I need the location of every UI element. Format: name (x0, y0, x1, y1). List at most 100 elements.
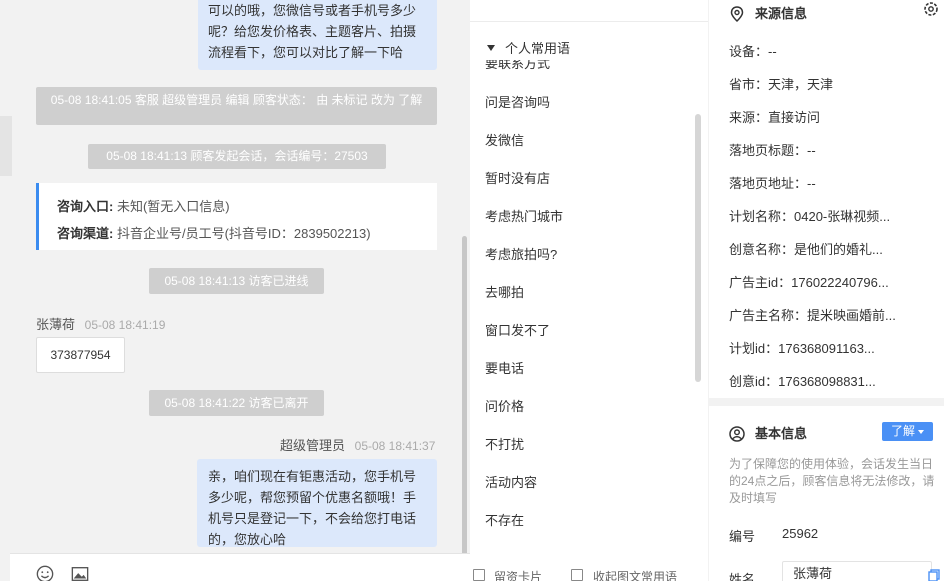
visitor-header: 张薄荷 05-08 18:41:19 (36, 314, 165, 333)
basic-info-title: 基本信息 (755, 426, 808, 441)
info-label: 广告主名称： (729, 308, 808, 323)
info-row-creative-id: 创意id：176368098831... (729, 371, 876, 390)
info-label: 广告主id： (729, 275, 792, 290)
info-row-device: 设备：-- (729, 41, 777, 60)
info-label: 计划id： (729, 341, 779, 356)
phrase-item[interactable]: 考虑旅拍吗? (485, 244, 557, 263)
phrase-item[interactable]: 去哪拍 (485, 282, 524, 301)
phrase-item[interactable]: 问是咨询吗 (485, 92, 550, 111)
phrases-panel: 要联系方式 个人常用语 问是咨询吗 发微信 暂时没有店 考虑热门城市 考虑旅拍吗… (470, 0, 708, 581)
section-divider (709, 398, 944, 406)
collect-card-button[interactable]: 留资卡片 (494, 568, 542, 581)
info-row-region: 省市：天津，天津 (729, 74, 833, 93)
info-value: -- (768, 44, 777, 59)
customer-status-label: 了解 (890, 424, 915, 438)
info-value: -- (807, 176, 816, 191)
phrase-group-title: 个人常用语 (505, 41, 571, 56)
edit-deadline-note: 为了保障您的使用体验，会话发生当日的24点之后，顾客信息将无法修改，请及时填写 (729, 457, 935, 505)
info-label: 省市： (729, 77, 769, 92)
info-value: 天津，天津 (768, 77, 834, 92)
info-value: 176368091163... (778, 341, 875, 356)
phrase-item[interactable]: 考虑热门城市 (485, 206, 563, 225)
source-info-header: 来源信息 (729, 3, 807, 23)
visitor-time: 05-08 18:41:19 (84, 318, 166, 332)
settings-icon[interactable] (923, 1, 939, 17)
agent-name: 超级管理员 (280, 438, 346, 453)
agent-time: 05-08 18:41:37 (354, 439, 436, 453)
system-message-status-change: 05-08 18:41:05 客服 超级管理员 编辑 顾客状态： 由 未标记 改… (36, 87, 437, 125)
entry-value: 未知(暂无入口信息) (116, 199, 230, 214)
basic-info-header: 基本信息 (729, 423, 807, 443)
card-icon (473, 569, 485, 581)
caret-down-icon (918, 429, 924, 434)
info-label: 来源： (729, 110, 769, 125)
phrase-item[interactable]: 不存在 (485, 510, 524, 529)
entry-info-card: 咨询入口: 未知(暂无入口信息) 咨询渠道: 抖音企业号/员工号(抖音号ID：2… (36, 183, 437, 250)
phrase-item[interactable]: 活动内容 (485, 472, 537, 491)
visitor-name: 张薄荷 (36, 317, 76, 332)
phrase-group-header[interactable]: 个人常用语 (487, 38, 571, 59)
entry-row: 咨询入口: 未知(暂无入口信息) (57, 193, 437, 220)
number-label: 编号 (729, 529, 756, 544)
info-value: 直接访问 (768, 110, 821, 125)
name-input-value: 张薄荷 (793, 566, 833, 581)
emoji-icon[interactable] (35, 565, 55, 581)
phrase-item[interactable]: 暂时没有店 (485, 168, 550, 187)
info-row-landing-title: 落地页标题：-- (729, 140, 816, 159)
info-value: 176022240796... (791, 275, 889, 290)
chat-toolbar (10, 553, 470, 581)
phrase-item[interactable]: 问价格 (485, 396, 524, 415)
info-label: 计划名称： (729, 209, 795, 224)
info-label: 创意名称： (729, 242, 795, 257)
info-value: 提米映画婚前... (807, 308, 896, 323)
phrases-scrollbar[interactable] (695, 114, 701, 382)
info-value: 是他们的婚礼... (794, 242, 883, 257)
chat-panel: 可以的哦，您微信号或者手机号多少呢？给您发价格表、主题客片、拍摄流程看下，您可以… (0, 0, 470, 581)
info-row-source: 来源：直接访问 (729, 107, 820, 126)
system-message-visitor-enter: 05-08 18:41:13 访客已进线 (149, 268, 324, 294)
info-row-name: 姓名 (729, 569, 755, 581)
info-row-advertiser-name: 广告主名称：提米映画婚前... (729, 305, 896, 324)
system-message-session-start: 05-08 18:41:13 顾客发起会话，会话编号：27503 (88, 144, 386, 169)
info-label: 落地页地址： (729, 176, 808, 191)
info-value: 0420-张琳视频... (794, 209, 891, 224)
info-row-number: 编号 25962 (729, 526, 818, 545)
info-value: 176368098831... (778, 374, 876, 389)
name-input[interactable]: 张薄荷 (782, 561, 932, 581)
info-row-landing-url: 落地页地址：-- (729, 173, 816, 192)
info-row-plan-id: 计划id：176368091163... (729, 338, 875, 357)
phrase-item[interactable]: 发微信 (485, 130, 524, 149)
name-label: 姓名 (729, 572, 756, 581)
number-value: 25962 (782, 526, 819, 541)
agent-header: 超级管理员 05-08 18:41:37 (280, 435, 435, 454)
system-message-visitor-leave: 05-08 18:41:22 访客已离开 (149, 390, 324, 416)
chat-scrollbar[interactable] (462, 236, 467, 556)
agent-message-bubble: 亲，咱们现在有钜惠活动，您手机号多少呢，帮您预留个优惠名额哦！手机号只是登记一下… (197, 459, 437, 547)
info-row-plan-name: 计划名称：0420-张琳视频... (729, 206, 890, 225)
info-label: 设备： (729, 44, 769, 59)
channel-label: 咨询渠道: (57, 226, 114, 241)
phrase-item[interactable]: 要电话 (485, 358, 524, 377)
info-label: 落地页标题： (729, 143, 808, 158)
agent-bubble-previous: 可以的哦，您微信号或者手机号多少呢？给您发价格表、主题客片、拍摄流程看下，您可以… (198, 0, 437, 70)
copy-icon[interactable] (928, 569, 940, 581)
user-icon (729, 425, 745, 442)
phrases-footer: 留资卡片 收起图文常用语 (470, 563, 708, 581)
location-pin-icon (730, 5, 744, 22)
info-value: -- (807, 143, 816, 158)
phrase-item[interactable]: 不打扰 (485, 434, 524, 453)
entry-label: 咨询入口: (57, 199, 114, 214)
collapse-icon (571, 569, 583, 581)
phrase-item[interactable]: 窗口发不了 (485, 320, 550, 339)
source-info-title: 来源信息 (755, 6, 808, 21)
info-row-advertiser-id: 广告主id：176022240796... (729, 272, 889, 291)
channel-value: 抖音企业号/员工号(抖音号ID：2839502213) (116, 226, 371, 241)
caret-down-icon (487, 44, 495, 51)
image-icon[interactable] (70, 565, 90, 581)
collapse-phrases-button[interactable]: 收起图文常用语 (593, 568, 677, 581)
visitor-message[interactable]: 373877954 (36, 337, 125, 373)
info-label: 创意id： (729, 374, 779, 389)
info-row-creative-name: 创意名称：是他们的婚礼... (729, 239, 883, 258)
customer-status-dropdown[interactable]: 了解 (882, 422, 933, 441)
chat-left-strip (0, 116, 12, 176)
